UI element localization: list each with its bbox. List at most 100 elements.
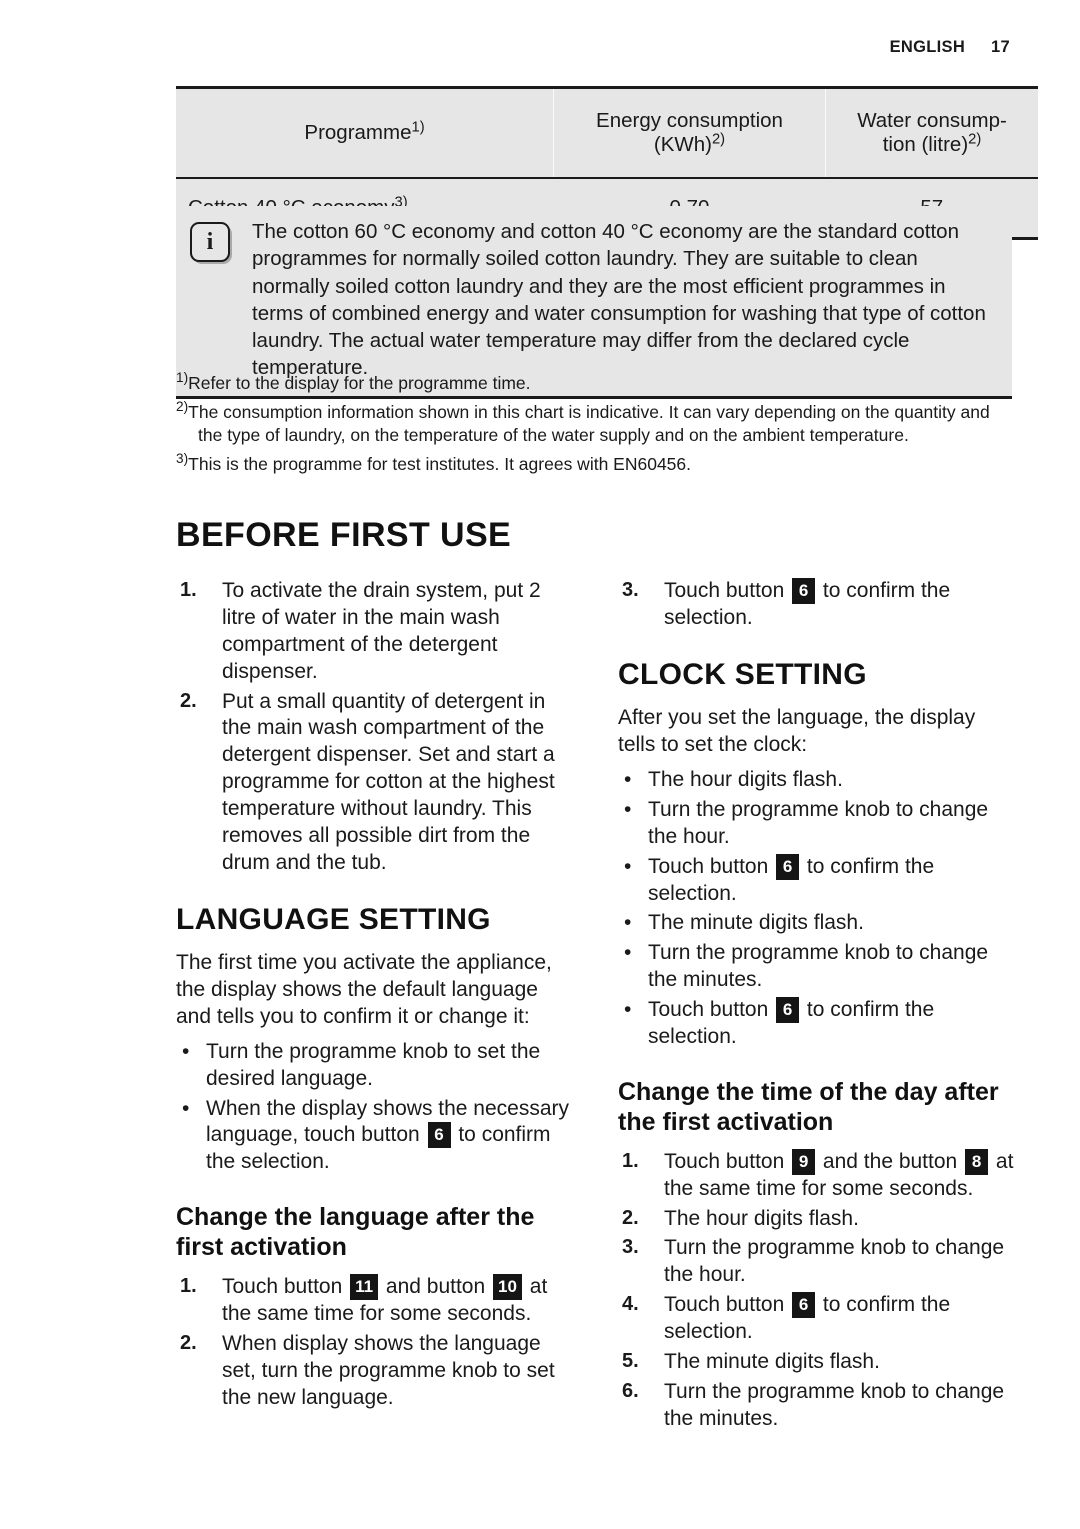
info-icon: i	[190, 222, 232, 264]
list-item: 6. Turn the programme knob to change the …	[618, 1379, 1016, 1433]
footnote-mark: 3)	[176, 451, 189, 467]
list-item: 2. The hour digits flash.	[618, 1206, 1016, 1233]
right-column: 3. Touch button 6 to confirm the selectio…	[618, 578, 1016, 1436]
list-item: • The minute digits flash.	[618, 910, 1016, 937]
heading-clock-setting: CLOCK SETTING	[618, 657, 867, 691]
step-number: 2.	[622, 1206, 639, 1229]
list-item: • Touch button 6 to confirm the selection…	[618, 997, 1016, 1051]
footnote-item: 3)This is the programme for test institu…	[176, 451, 1016, 477]
info-callout-text: The cotton 60 °C economy and cotton 40 °…	[252, 220, 986, 380]
list-item: • Turn the programme knob to change the h…	[618, 797, 1016, 851]
clock-setting-intro: After you set the language, the display …	[618, 706, 976, 757]
column-header-energy-label: Energy consumption	[596, 108, 783, 132]
step-number: 3.	[622, 579, 639, 601]
button-badge-10[interactable]: 10	[493, 1274, 522, 1301]
button-badge-11[interactable]: 11	[350, 1274, 379, 1301]
bullet-icon: •	[624, 941, 632, 965]
heading-change-language: Change the language after the first acti…	[176, 1203, 535, 1262]
list-item: • Turn the programme knob to change the m…	[618, 940, 1016, 994]
change-time-steps: 1. Touch button 9 and the button 8 at the…	[618, 1148, 1016, 1433]
info-icon-glyph: i	[190, 222, 230, 262]
page-title: BEFORE FIRST USE	[176, 516, 512, 554]
column-header-water-unit: tion (litre)	[882, 133, 969, 156]
left-column: 1. To activate the drain system, put 2 li…	[176, 578, 574, 1436]
footnote-mark: 2)	[176, 398, 189, 414]
list-item: 5. The minute digits flash.	[618, 1349, 1016, 1376]
list-item: 1. To activate the drain system, put 2 li…	[176, 578, 574, 686]
heading-change-time: Change the time of the day after the fir…	[618, 1077, 999, 1136]
bullet-text: Turn the programme knob to change the ho…	[648, 797, 989, 848]
step-number: 1.	[622, 1149, 639, 1172]
list-item: 2. When display shows the language set, t…	[176, 1331, 574, 1412]
list-item: • Touch button 6 to confirm the selection…	[618, 853, 1016, 908]
list-item: 3. Turn the programme knob to change the …	[618, 1235, 1016, 1289]
list-item: 1. Touch button 11 and button 10 at the s…	[176, 1274, 574, 1328]
step-number: 2.	[180, 689, 197, 712]
list-item: • The hour digits flash.	[618, 767, 1016, 794]
bullet-text: Touch button	[648, 854, 775, 878]
language-setting-intro: The first time you activate the applianc…	[176, 951, 552, 1028]
step-number: 5.	[622, 1349, 639, 1372]
step-text: Put a small quantity of detergent in the…	[222, 689, 555, 874]
list-item: • Turn the programme knob to set the desi…	[176, 1039, 574, 1093]
button-badge-6[interactable]: 6	[427, 1122, 451, 1149]
list-item: 1. Touch button 9 and the button 8 at the…	[618, 1148, 1016, 1203]
column-header-programme-label: Programme	[304, 120, 412, 144]
bullet-icon: •	[624, 768, 632, 792]
step-number: 1.	[180, 1275, 197, 1298]
step-text: Turn the programme knob to change the ho…	[664, 1236, 1005, 1287]
footnote-text: This is the programme for test institute…	[188, 453, 692, 474]
footnotes-block: 1)Refer to the display for the programme…	[176, 371, 1016, 482]
bullet-text: Touch button	[648, 998, 775, 1022]
step-text-mid: and the button	[817, 1149, 964, 1173]
button-badge-6[interactable]: 6	[792, 578, 816, 604]
bullet-text: Turn the programme knob to set the desir…	[206, 1039, 541, 1090]
page-number: 17	[991, 38, 1010, 56]
language-setting-bullets: • Turn the programme knob to set the desi…	[176, 1039, 574, 1176]
manual-page: ENGLISH 17 Programme1) Energy consumption…	[0, 0, 1080, 1529]
bullet-text: The hour digits flash.	[648, 768, 843, 792]
step-text: Touch button	[222, 1275, 349, 1299]
step-text: The hour digits flash.	[664, 1206, 859, 1230]
step-text: Touch button	[664, 1293, 791, 1317]
bullet-icon: •	[624, 998, 632, 1022]
step-text: To activate the drain system, put 2 litr…	[222, 579, 541, 683]
list-item: 3. Touch button 6 to confirm the selectio…	[618, 578, 1016, 632]
bullet-icon: •	[182, 1039, 190, 1063]
running-header: ENGLISH 17	[890, 38, 1010, 57]
step-text: Touch button	[664, 579, 791, 602]
step-text: When display shows the language set, tur…	[222, 1331, 555, 1409]
step-number: 2.	[180, 1331, 197, 1354]
footnote-item: 1)Refer to the display for the programme…	[176, 371, 1016, 396]
column-header-energy-footnote: 2)	[711, 131, 726, 148]
list-item: • When the display shows the necessary la…	[176, 1096, 574, 1177]
step-text: The minute digits flash.	[664, 1349, 880, 1373]
bullet-text: Turn the programme knob to change the mi…	[648, 941, 989, 992]
step-text: Turn the programme knob to change the mi…	[664, 1379, 1005, 1430]
footnote-item: 2)The consumption information shown in t…	[176, 398, 1016, 448]
button-badge-8[interactable]: 8	[965, 1148, 989, 1175]
column-header-water-label: Water consump-	[857, 108, 1007, 132]
step-number: 1.	[180, 579, 197, 601]
list-item: 2. Put a small quantity of detergent in t…	[176, 689, 574, 877]
table-head: Programme1) Energy consumption (KWh)2) W…	[176, 87, 1038, 178]
column-header-energy-unit: (KWh)	[653, 133, 712, 156]
step-text-mid: and button	[380, 1275, 492, 1299]
running-header-language: ENGLISH	[889, 38, 966, 56]
footnote-text: Refer to the display for the programme t…	[188, 373, 531, 393]
step-text: Touch button	[664, 1149, 791, 1173]
body-columns: 1. To activate the drain system, put 2 li…	[176, 578, 1016, 1436]
button-badge-9[interactable]: 9	[792, 1148, 816, 1175]
bullet-icon: •	[624, 854, 632, 878]
change-language-steps: 1. Touch button 11 and button 10 at the s…	[176, 1274, 574, 1411]
button-badge-6[interactable]: 6	[776, 853, 800, 880]
button-badge-6[interactable]: 6	[776, 997, 800, 1024]
step-number: 4.	[622, 1293, 639, 1316]
column-header-programme-footnote: 1)	[411, 119, 425, 136]
bullet-icon: •	[624, 797, 632, 821]
column-header-energy: Energy consumption (KWh)2)	[553, 87, 826, 178]
button-badge-6[interactable]: 6	[792, 1292, 816, 1319]
bullet-icon: •	[182, 1096, 190, 1120]
column-header-programme: Programme1)	[176, 87, 554, 178]
info-callout: i The cotton 60 °C economy and cotton 40…	[176, 206, 1012, 399]
